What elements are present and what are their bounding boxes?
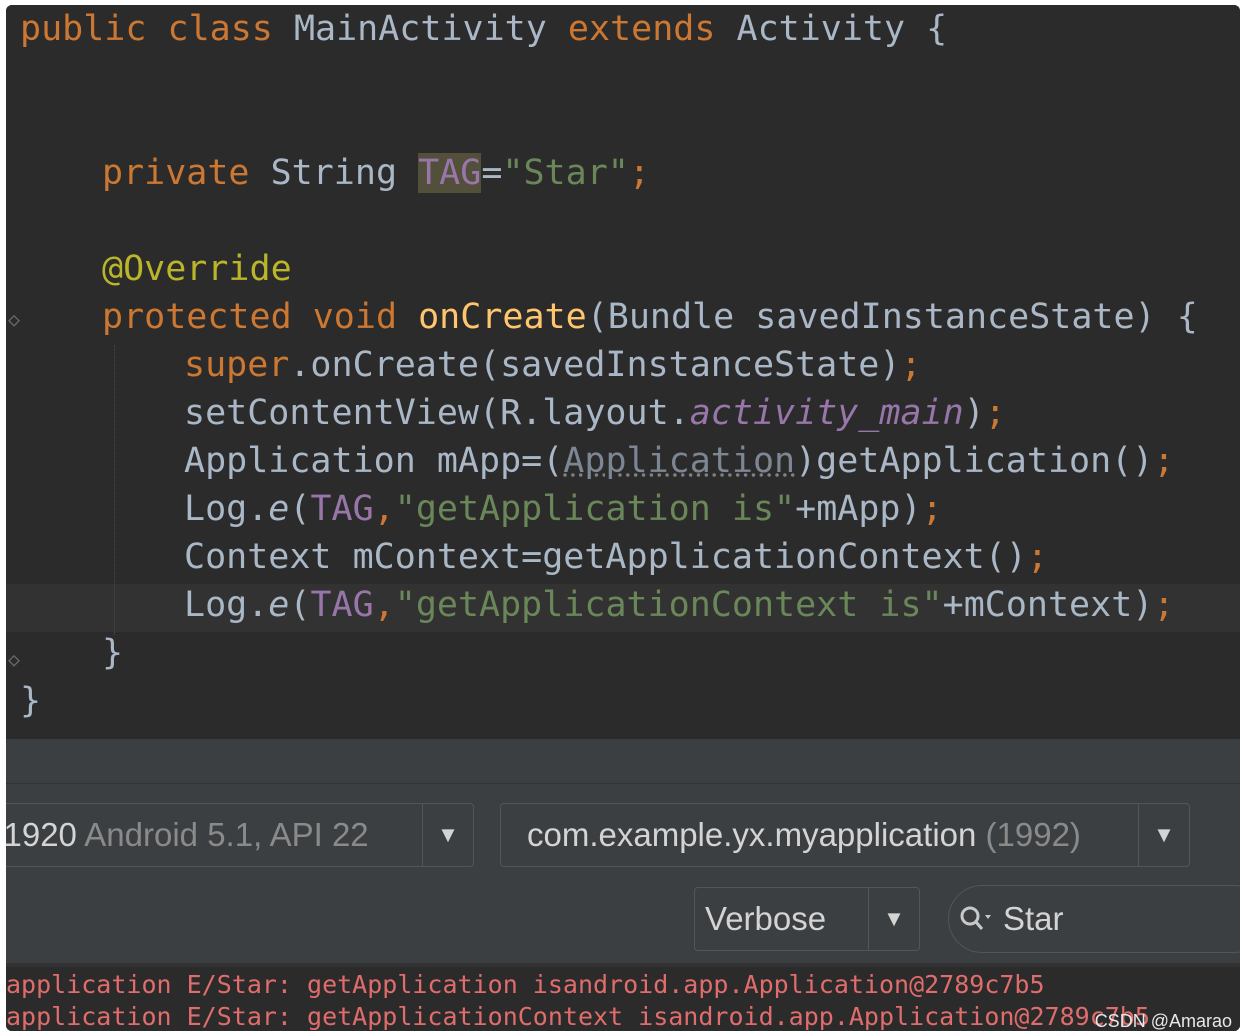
semicolon: ; — [921, 489, 943, 529]
code-line-close-class: } — [20, 677, 41, 725]
code-text: Log. — [184, 489, 269, 529]
type-name: String — [270, 153, 398, 193]
paren: ( — [289, 585, 311, 625]
code-editor[interactable]: ◇ ◇ public class MainActivity extends Ac… — [6, 5, 1240, 739]
code-text: ) — [963, 393, 985, 433]
string-literal: "Star" — [502, 153, 629, 193]
process-name: com.example.yx.myapplication — [527, 816, 977, 853]
semicolon: ; — [984, 393, 1006, 433]
code-line-tag-field: private String TAG="Star"; — [102, 149, 650, 197]
log-level-value: Verbose — [705, 900, 827, 937]
code-line-super: super.onCreate(savedInstanceState); — [184, 341, 922, 389]
paren: ( — [289, 489, 311, 529]
tag-field: TAG — [310, 585, 374, 625]
semicolon: ; — [628, 153, 650, 193]
code-line-1: public class MainActivity extends Activi… — [20, 5, 947, 53]
code-line-getapplication: Application mApp=(Application)getApplica… — [184, 437, 1174, 485]
comma: , — [373, 585, 395, 625]
static-method: e — [268, 489, 290, 529]
log-line: application E/Star: getApplicationContex… — [6, 1002, 1150, 1031]
params: (Bundle savedInstanceState) — [586, 297, 1156, 337]
brace: { — [1176, 297, 1198, 337]
log-line: application E/Star: getApplication isand… — [6, 970, 1045, 999]
static-method: e — [268, 585, 290, 625]
semicolon: ; — [1026, 537, 1048, 577]
brace: } — [20, 681, 42, 721]
keyword: class — [167, 9, 273, 49]
search-value: Star — [1003, 900, 1064, 937]
code-line-setcontentview: setContentView(R.layout.activity_main); — [184, 389, 1006, 437]
code-line-log-app: Log.e(TAG,"getApplication is"+mApp); — [184, 485, 943, 533]
semicolon: ; — [1153, 441, 1175, 481]
keyword: public — [20, 9, 147, 49]
logcat-toolstrip — [6, 743, 1240, 784]
operator: = — [481, 153, 503, 193]
chevron-down-icon[interactable]: ▼ — [422, 804, 473, 866]
process-label: com.example.yx.myapplication (1992) — [527, 804, 1081, 866]
code-text: +mApp) — [795, 489, 922, 529]
semicolon: ; — [900, 345, 922, 385]
code-line-oncreate: protected void onCreate(Bundle savedInst… — [102, 293, 1198, 341]
tag-field: TAG — [310, 489, 374, 529]
static-field: activity_main — [689, 393, 964, 433]
tag-field-highlight: TAG — [418, 153, 482, 193]
code-line-annotation: @Override — [102, 245, 292, 293]
code-text: Context mContext=getApplicationContext() — [184, 537, 1027, 577]
process-pid: (1992) — [985, 816, 1081, 853]
indent-guide — [114, 345, 115, 635]
keyword: private — [102, 153, 250, 193]
code-text: )getApplication() — [795, 441, 1154, 481]
brace: { — [926, 9, 948, 49]
code-text: Log. — [184, 585, 269, 625]
redundant-cast: Application — [563, 441, 796, 481]
chevron-down-icon[interactable]: ▼ — [868, 888, 919, 950]
code-text: .onCreate(savedInstanceState) — [289, 345, 901, 385]
process-selector[interactable]: com.example.yx.myapplication (1992) ▼ — [500, 803, 1190, 867]
string-literal: "getApplicationContext is" — [394, 585, 943, 625]
search-icon[interactable] — [959, 886, 993, 952]
fold-marker-icon[interactable]: ◇ — [8, 647, 20, 671]
keyword: super — [184, 345, 290, 385]
keyword: extends — [567, 9, 716, 49]
code-text: +mContext) — [942, 585, 1154, 625]
code-text: setContentView(R.layout. — [184, 393, 690, 433]
fold-marker-icon[interactable]: ◇ — [8, 307, 20, 331]
device-selector[interactable]: x1920 Android 5.1, API 22 ▼ — [6, 803, 474, 867]
semicolon: ; — [1153, 585, 1175, 625]
logcat-output[interactable]: application E/Star: getApplication isand… — [6, 967, 1240, 1031]
watermark: CSDN @Amarao — [1094, 1011, 1232, 1031]
device-label: x1920 Android 5.1, API 22 — [6, 804, 369, 866]
logcat-search-input[interactable]: Star — [948, 885, 1240, 953]
device-version: Android 5.1, API 22 — [84, 816, 369, 853]
logcat-panel: x1920 Android 5.1, API 22 ▼ com.example.… — [6, 743, 1240, 1031]
code-text: Application mApp=( — [184, 441, 564, 481]
code-line-log-context: Log.e(TAG,"getApplicationContext is"+mCo… — [184, 581, 1174, 629]
screenshot-frame: ◇ ◇ public class MainActivity extends Ac… — [6, 5, 1240, 1031]
keyword: protected — [102, 297, 292, 337]
brace: } — [102, 633, 124, 673]
annotation: @Override — [102, 249, 292, 289]
parent-class: Activity — [736, 9, 906, 49]
code-line-close-method: } — [102, 629, 123, 677]
device-id: x1920 — [6, 816, 77, 853]
method-name: onCreate — [418, 297, 587, 337]
keyword: void — [312, 297, 398, 337]
log-level-selector[interactable]: Verbose ▼ — [694, 887, 920, 951]
code-line-context: Context mContext=getApplicationContext()… — [184, 533, 1048, 581]
string-literal: "getApplication is" — [394, 489, 796, 529]
comma: , — [373, 489, 395, 529]
class-name: MainActivity — [293, 9, 547, 49]
chevron-down-icon[interactable]: ▼ — [1138, 804, 1189, 866]
